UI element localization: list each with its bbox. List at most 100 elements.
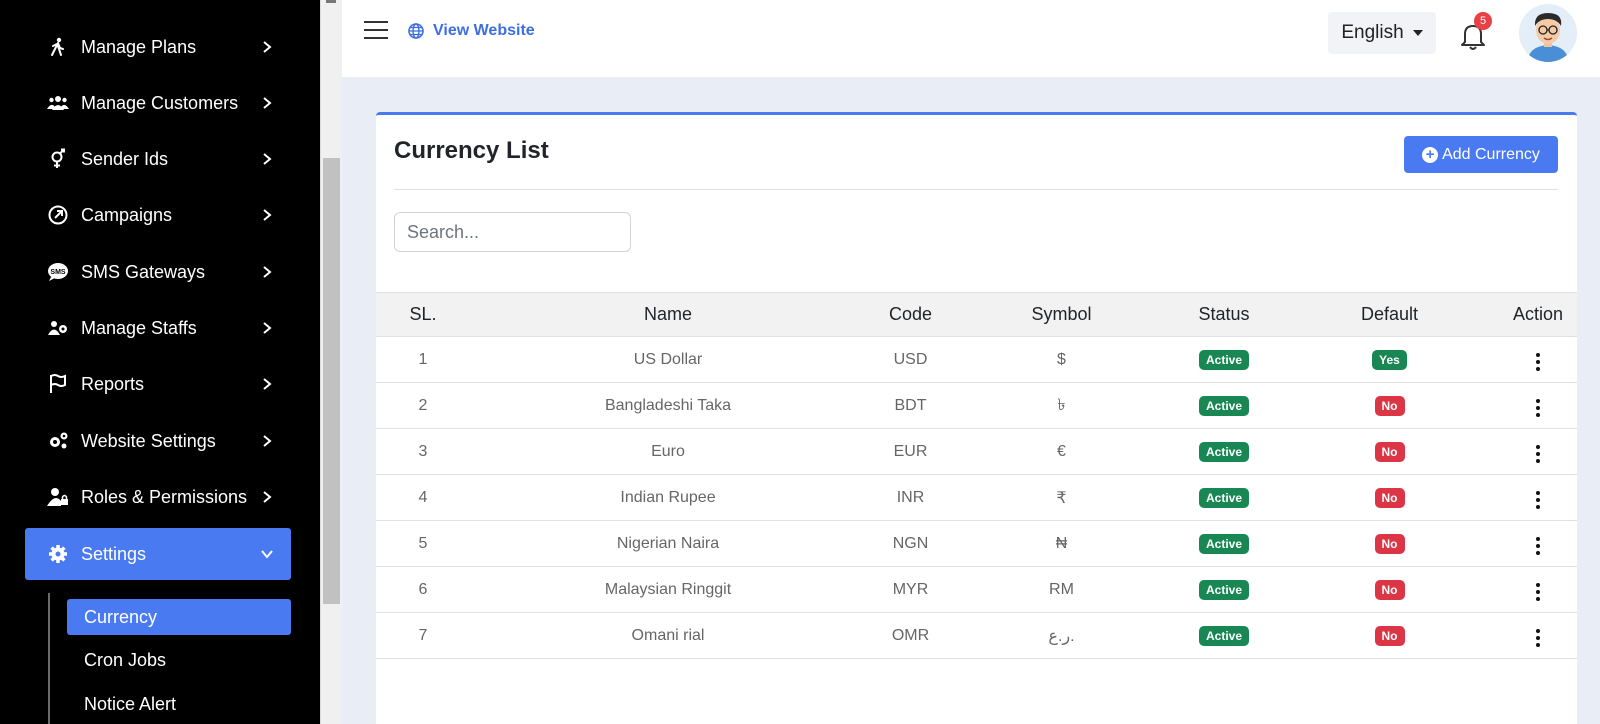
table-row: 4 Indian Rupee INR ₹ Active No [376, 475, 1577, 521]
submenu-item-currency[interactable]: Currency [67, 599, 291, 635]
cell-default: No [1280, 383, 1499, 429]
table-row: 1 US Dollar USD $ Active Yes [376, 337, 1577, 383]
scrollbar-up-arrow[interactable] [326, 0, 336, 3]
status-badge: Active [1198, 625, 1250, 646]
more-actions-icon[interactable] [1530, 350, 1546, 375]
cell-symbol: RM [1049, 580, 1074, 598]
view-website-link[interactable]: View Website [408, 22, 535, 40]
cell-status: Active [1168, 475, 1280, 521]
chevron-right-icon [255, 152, 279, 166]
cell-name: Indian Rupee [620, 488, 716, 506]
cell-name: US Dollar [633, 350, 703, 368]
cell-default: No [1280, 567, 1499, 613]
cell-action [1499, 521, 1577, 567]
cell-name: Bangladeshi Taka [604, 396, 732, 414]
sidebar-item-campaigns[interactable]: Campaigns [25, 189, 291, 241]
column-header-name: Name [470, 292, 866, 337]
table-header-row: SL. Name Code Symbol Status Default Acti… [376, 292, 1577, 337]
sidebar-item-manage-customers[interactable]: Manage Customers [25, 77, 291, 129]
table-row: 6 Malaysian Ringgit MYR RM Active No [376, 567, 1577, 613]
currency-card: Currency List + Add Currency SL. Name Co… [376, 112, 1577, 724]
table-row: 5 Nigerian Naira NGN ₦ Active No [376, 521, 1577, 567]
view-website-label: View Website [433, 22, 535, 39]
cell-sl: 7 [418, 626, 428, 644]
cell-sl: 2 [418, 396, 428, 414]
cell-code: OMR [891, 626, 930, 644]
sidebar-item-label: Manage Customers [81, 92, 239, 113]
status-badge: Active [1198, 487, 1250, 508]
currency-table: SL. Name Code Symbol Status Default Acti… [376, 292, 1577, 659]
cell-default: Yes [1280, 337, 1499, 383]
sidebar-item-reports[interactable]: Reports [25, 358, 291, 410]
cell-sl: 4 [418, 488, 428, 506]
cell-symbol: ر.ع. [1048, 627, 1075, 645]
more-actions-icon[interactable] [1530, 626, 1546, 651]
chevron-right-icon [255, 434, 279, 448]
more-actions-icon[interactable] [1530, 396, 1546, 421]
default-badge: No [1374, 395, 1405, 416]
chevron-right-icon [255, 377, 279, 391]
chevron-right-icon [255, 40, 279, 54]
campaign-icon [47, 204, 69, 226]
more-actions-icon[interactable] [1530, 580, 1546, 605]
language-dropdown[interactable]: English [1328, 12, 1436, 54]
column-header-default: Default [1280, 292, 1499, 337]
submenu-guide-line [48, 593, 50, 724]
walking-person-icon [47, 36, 69, 58]
caret-down-icon [1412, 30, 1423, 36]
search-input[interactable] [394, 212, 631, 252]
hamburger-menu-icon[interactable] [364, 21, 388, 43]
cell-status: Active [1168, 429, 1280, 475]
sidebar-item-website-settings[interactable]: Website Settings [25, 415, 291, 467]
sidebar-item-label: Campaigns [81, 204, 173, 225]
default-badge: No [1374, 533, 1405, 554]
sidebar-item-manage-staffs[interactable]: Manage Staffs [25, 302, 291, 354]
default-badge: No [1374, 625, 1405, 646]
sidebar-item-label: Sender Ids [81, 148, 169, 169]
cell-code: USD [893, 350, 928, 368]
default-badge: No [1374, 487, 1405, 508]
top-bar: View Website English 5 [342, 0, 1600, 77]
sidebar-item-label: Manage Plans [81, 36, 197, 57]
chevron-down-icon [255, 549, 279, 559]
sidebar-item-sender-ids[interactable]: Sender Ids [25, 133, 291, 185]
sidebar-item-sms-gateways[interactable]: SMS SMS Gateways [25, 246, 291, 298]
cell-sl: 1 [418, 350, 428, 368]
svg-text:SMS: SMS [50, 269, 66, 276]
cell-name: Malaysian Ringgit [604, 580, 732, 598]
cell-status: Active [1168, 521, 1280, 567]
globe-icon [408, 23, 424, 39]
add-currency-button[interactable]: + Add Currency [1404, 136, 1558, 173]
table-row: 3 Euro EUR € Active No [376, 429, 1577, 475]
plus-circle-icon: + [1422, 146, 1439, 163]
status-badge: Active [1198, 349, 1250, 370]
avatar[interactable] [1519, 4, 1577, 62]
notification-badge: 5 [1474, 12, 1492, 30]
more-actions-icon[interactable] [1530, 442, 1546, 467]
cell-symbol: $ [1057, 350, 1066, 368]
gears-icon [47, 430, 69, 452]
page-title: Currency List [394, 137, 549, 164]
sidebar-item-settings[interactable]: Settings [25, 528, 291, 580]
default-badge: No [1374, 579, 1405, 600]
scrollbar-thumb[interactable] [323, 158, 340, 604]
more-actions-icon[interactable] [1530, 534, 1546, 559]
status-badge: Active [1198, 533, 1250, 554]
language-label: English [1341, 22, 1404, 43]
submenu-item-notice-alert[interactable]: Notice Alert [67, 686, 291, 722]
sidebar-item-label: Settings [81, 543, 147, 564]
table-row: 2 Bangladeshi Taka BDT ৳ Active No [376, 383, 1577, 429]
default-badge: No [1374, 441, 1405, 462]
cell-action [1499, 475, 1577, 521]
cell-status: Active [1168, 383, 1280, 429]
sidebar-item-manage-plans[interactable]: Manage Plans [25, 21, 291, 73]
more-actions-icon[interactable] [1530, 488, 1546, 513]
cell-sl: 3 [418, 442, 428, 460]
cell-default: No [1280, 613, 1499, 659]
cell-status: Active [1168, 613, 1280, 659]
sidebar-item-roles-permissions[interactable]: Roles & Permissions [25, 471, 291, 523]
default-badge: Yes [1372, 349, 1407, 370]
submenu-item-cron-jobs[interactable]: Cron Jobs [67, 642, 291, 678]
cell-sl: 5 [418, 534, 428, 552]
gear-icon [47, 543, 69, 565]
